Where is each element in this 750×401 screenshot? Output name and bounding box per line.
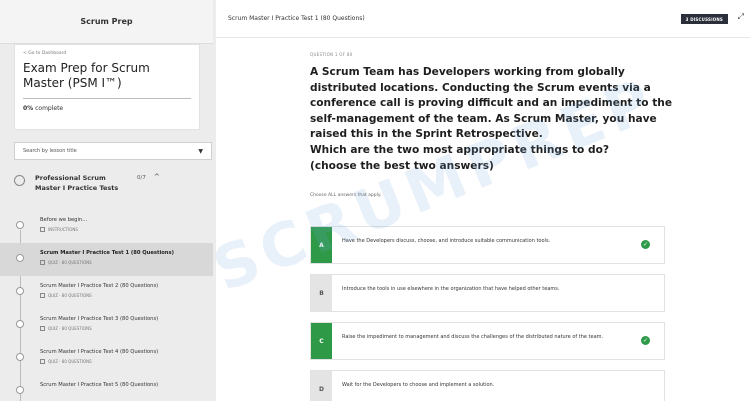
- lesson-meta: QUIZ · 80 QUESTIONS: [40, 326, 213, 331]
- lesson-title: Scrum Master I Practice Test 3 (80 Quest…: [40, 316, 159, 322]
- answer-instruction: Choose ALL answers that apply.: [310, 193, 382, 199]
- lesson-meta-text: QUIZ · 80 QUESTIONS: [48, 293, 92, 298]
- answer-text: Have the Developers discuss, choose, and…: [342, 238, 551, 244]
- section-title: Professional Scrum Master I Practice Tes…: [35, 174, 119, 192]
- lesson-item-practice-test-2[interactable]: Scrum Master I Practice Test 2 (80 Quest…: [0, 276, 213, 309]
- sidebar-header: Scrum Prep: [0, 0, 213, 44]
- question-text: A Scrum Team has Developers working from…: [310, 66, 673, 172]
- question-counter: QUESTION 1 OF 80: [310, 52, 353, 57]
- answer-letter: A: [311, 227, 332, 263]
- lesson-list: Before we begin... INSTRUCTIONS Scrum Ma…: [0, 210, 213, 401]
- answer-text: Raise the impediment to management and d…: [342, 334, 604, 340]
- answer-list: A Have the Developers discuss, choose, a…: [310, 226, 665, 401]
- quiz-title: Scrum Master I Practice Test 1 (80 Quest…: [228, 15, 365, 22]
- section-status-circle-icon: [14, 175, 25, 186]
- lesson-search-dropdown[interactable]: Search by lesson title ▼: [14, 142, 212, 160]
- answer-letter: C: [311, 323, 332, 359]
- lesson-status-dot-icon: [16, 386, 24, 394]
- course-card: < Go to Dashboard Exam Prep for Scrum Ma…: [14, 44, 200, 130]
- lesson-item-practice-test-5[interactable]: Scrum Master I Practice Test 5 (80 Quest…: [0, 375, 213, 401]
- lesson-title: Scrum Master I Practice Test 5 (80 Quest…: [40, 382, 159, 388]
- lesson-title: Scrum Master I Practice Test 2 (80 Quest…: [40, 283, 159, 289]
- lesson-title: Before we begin...: [40, 217, 88, 223]
- question-content: QUESTION 1 OF 80 A Scrum Team has Develo…: [310, 52, 690, 198]
- answer-letter: D: [311, 371, 332, 401]
- quiz-icon: [40, 326, 45, 331]
- discussions-label: 3 DISCUSSIONS: [685, 16, 723, 22]
- lesson-status-dot-icon: [16, 221, 24, 229]
- progress-suffix: complete: [33, 105, 64, 112]
- lesson-status-dot-icon: [16, 353, 24, 361]
- checkmark-icon: ✓: [641, 240, 650, 249]
- answer-option-d[interactable]: D Wait for the Developers to choose and …: [310, 370, 665, 401]
- lesson-meta: QUIZ · 80 QUESTIONS: [40, 293, 213, 298]
- quiz-topbar: Scrum Master I Practice Test 1 (80 Quest…: [216, 0, 750, 38]
- search-placeholder: Search by lesson title: [23, 148, 77, 154]
- lesson-item-practice-test-4[interactable]: Scrum Master I Practice Test 4 (80 Quest…: [0, 342, 213, 375]
- lesson-meta: QUIZ · 80 QUESTIONS: [40, 260, 213, 265]
- lesson-item-instructions[interactable]: Before we begin... INSTRUCTIONS: [0, 210, 213, 243]
- lesson-meta-text: QUIZ · 80 QUESTIONS: [48, 260, 92, 265]
- lesson-title: Scrum Master I Practice Test 1 (80 Quest…: [40, 250, 174, 256]
- quiz-icon: [40, 293, 45, 298]
- answer-option-c[interactable]: C Raise the impediment to management and…: [310, 322, 665, 360]
- answer-text: Introduce the tools in use elsewhere in …: [342, 286, 560, 292]
- lesson-meta-text: QUIZ · 80 QUESTIONS: [48, 359, 92, 364]
- lesson-meta: INSTRUCTIONS: [40, 227, 213, 232]
- answer-text: Wait for the Developers to choose and im…: [342, 382, 495, 388]
- document-icon: [40, 227, 45, 232]
- course-title: Exam Prep for Scrum Master (PSM I™): [23, 61, 150, 90]
- lesson-title: Scrum Master I Practice Test 4 (80 Quest…: [40, 349, 159, 355]
- lesson-status-dot-icon: [16, 287, 24, 295]
- quiz-icon: [40, 260, 45, 265]
- progress-text: 0% complete: [23, 105, 191, 112]
- caret-down-icon: ▼: [198, 147, 203, 155]
- chevron-up-icon[interactable]: ^: [154, 173, 160, 181]
- progress-percent: 0%: [23, 105, 34, 112]
- lesson-meta: QUIZ · 80 QUESTIONS: [40, 359, 213, 364]
- lesson-status-dot-icon: [16, 320, 24, 328]
- answer-letter: B: [311, 275, 332, 311]
- back-to-dashboard-link[interactable]: < Go to Dashboard: [23, 51, 191, 56]
- course-sidebar: Scrum Prep < Go to Dashboard Exam Prep f…: [0, 0, 213, 401]
- lesson-meta-text: QUIZ · 80 QUESTIONS: [48, 326, 92, 331]
- discussions-button[interactable]: 3 DISCUSSIONS: [680, 14, 728, 24]
- answer-option-b[interactable]: B Introduce the tools in use elsewhere i…: [310, 274, 665, 312]
- answer-option-a[interactable]: A Have the Developers discuss, choose, a…: [310, 226, 665, 264]
- section-count: 0/7: [137, 175, 146, 181]
- section-header[interactable]: Professional Scrum Master I Practice Tes…: [14, 168, 212, 208]
- checkmark-icon: ✓: [641, 336, 650, 345]
- progress-bar: [23, 98, 191, 99]
- lesson-item-practice-test-1[interactable]: Scrum Master I Practice Test 1 (80 Quest…: [0, 243, 213, 276]
- lesson-meta-text: INSTRUCTIONS: [48, 227, 78, 232]
- quiz-icon: [40, 359, 45, 364]
- quiz-main-panel: Scrum Master I Practice Test 1 (80 Quest…: [216, 0, 750, 401]
- lesson-status-dot-icon: [16, 254, 24, 262]
- expand-icon[interactable]: ⤢: [738, 12, 744, 22]
- lesson-item-practice-test-3[interactable]: Scrum Master I Practice Test 3 (80 Quest…: [0, 309, 213, 342]
